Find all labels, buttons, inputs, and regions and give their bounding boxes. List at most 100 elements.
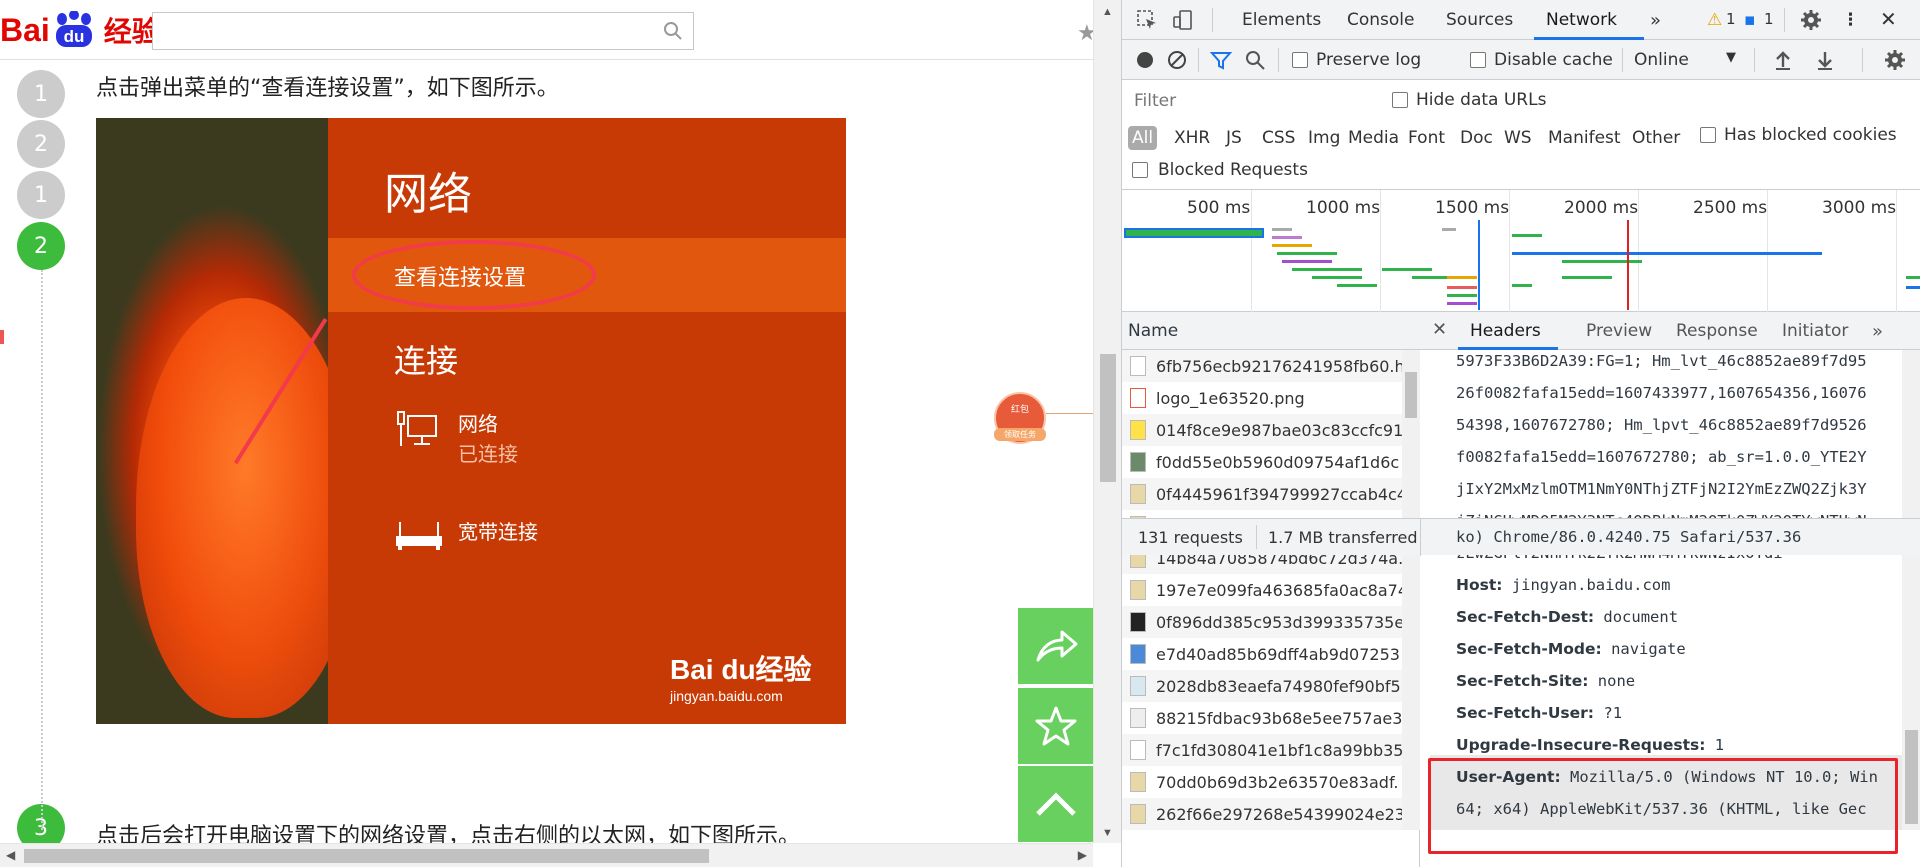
user-agent-annotation-box [1428,758,1898,854]
message-icon[interactable]: ▪ [1744,10,1756,30]
image-file-icon [1130,484,1146,504]
document-file-icon [1130,740,1146,760]
disable-cache-checkbox[interactable] [1470,52,1486,68]
filter-xhr[interactable]: XHR [1170,126,1214,150]
preserve-log-checkbox[interactable] [1292,52,1308,68]
name-column-header[interactable]: Name [1122,312,1420,350]
request-list-scrollbar[interactable] [1402,350,1420,830]
network-settings-gear-icon[interactable] [1884,49,1906,71]
filter-font[interactable]: Font [1404,126,1449,150]
request-row[interactable]: 262f66e297268e54399024e23 [1122,798,1402,830]
scrollbar-thumb[interactable] [1905,730,1918,824]
chevron-down-icon[interactable]: ▼ [1726,50,1736,65]
more-tabs-icon[interactable]: » [1650,10,1661,31]
vertical-scrollbar[interactable]: ▲ ▼ [1093,0,1121,843]
filter-input[interactable] [1130,86,1380,116]
request-row[interactable]: 014f8ce9e987bae03c83ccfc91 [1122,414,1402,446]
close-devtools-icon[interactable]: ✕ [1880,7,1897,31]
filter-doc[interactable]: Doc [1456,126,1497,150]
filter-all[interactable]: All [1128,126,1158,150]
message-count[interactable]: 1 [1764,10,1774,28]
network-overview-timeline[interactable]: 500 ms 1000 ms 1500 ms 2000 ms 2500 ms 3… [1122,190,1920,312]
inspect-element-icon[interactable] [1136,9,1158,31]
request-row[interactable]: 2028db83eaefa74980fef90bf5 [1122,670,1402,702]
separator [1256,525,1257,549]
timeline-bar [1562,276,1612,279]
tab-preview[interactable]: Preview [1586,321,1652,341]
request-row[interactable]: 6fb756ecb92176241958fb60.h [1122,350,1402,382]
scroll-down-icon[interactable]: ▼ [1102,827,1113,839]
warning-icon[interactable]: ⚠ [1707,10,1722,30]
bookmark-star-icon[interactable]: ★ [1077,20,1093,46]
red-packet-sub[interactable]: 领取任务 [994,428,1046,441]
baidu-jingyan-logo[interactable]: Bai du 经验 [0,8,160,52]
close-details-icon[interactable]: ✕ [1432,319,1447,340]
more-options-icon[interactable]: ⋮ [1842,10,1859,30]
scrollbar-thumb[interactable] [24,849,709,863]
hide-data-urls-label: Hide data URLs [1416,90,1547,110]
timeline-tick-label: 2000 ms [1564,198,1639,218]
request-row[interactable]: f0dd55e0b5960d09754af1d6c [1122,446,1402,478]
filter-icon[interactable] [1210,49,1232,71]
request-row[interactable]: 0f4445961f394799927ccab4c4 [1122,478,1402,510]
scrollbar-thumb[interactable] [1100,354,1116,482]
request-row[interactable]: e7d40ad85b69dff4ab9d07253 [1122,638,1402,670]
request-row[interactable]: f7c1fd308041e1bf1c8a99bb35 [1122,734,1402,766]
request-row[interactable]: 88215fdbac93b68e5ee757ae3 [1122,702,1402,734]
record-icon[interactable] [1134,49,1156,71]
tab-sources[interactable]: Sources [1446,10,1513,30]
request-row[interactable]: logo_1e63520.png [1122,382,1402,414]
request-row[interactable]: 70dd0b69d3b2e63570e83adf. [1122,766,1402,798]
back-to-top-button[interactable] [1018,766,1093,842]
image-file-icon [1130,708,1146,728]
filter-css[interactable]: CSS [1258,126,1299,150]
filter-manifest[interactable]: Manifest [1544,126,1625,150]
tab-response[interactable]: Response [1676,321,1758,341]
watermark-logo: Bai du经验 [670,654,812,685]
favorite-button[interactable] [1018,688,1093,764]
hide-data-urls-checkbox[interactable] [1392,92,1408,108]
tab-elements[interactable]: Elements [1242,10,1321,30]
separator [1754,48,1755,72]
cookie-value: 5973F33B6D2A39:FG=1; Hm_lvt_46c8852ae89f… [1456,352,1867,370]
timeline-bar [1337,284,1377,287]
clear-icon[interactable] [1166,49,1188,71]
horizontal-scrollbar[interactable]: ◀ ▶ [0,843,1093,867]
share-button[interactable] [1018,608,1093,684]
settings-gear-icon[interactable] [1800,9,1822,31]
scroll-right-icon[interactable]: ▶ [1078,848,1087,862]
scroll-up-icon[interactable]: ▲ [1102,6,1113,18]
step-badge: 2 [17,120,65,168]
headers-scrollbar[interactable] [1902,350,1920,830]
throttling-select[interactable]: Online [1634,50,1689,70]
warning-count[interactable]: 1 [1726,10,1736,28]
request-row[interactable]: 197e7e099fa463685fa0ac8a74 [1122,574,1402,606]
separator [1212,8,1213,32]
cookie-value: 54398,1607672780; Hm_lpvt_46c8852ae89f7d… [1456,416,1867,434]
import-har-icon[interactable] [1772,49,1794,71]
search-input[interactable] [152,12,694,50]
filter-img[interactable]: Img [1304,126,1344,150]
tab-initiator[interactable]: Initiator [1782,321,1848,341]
device-toolbar-icon[interactable] [1172,9,1194,31]
load-marker [1627,220,1629,310]
blocked-requests-checkbox[interactable] [1132,162,1148,178]
scrollbar-thumb[interactable] [1405,372,1417,418]
filter-media[interactable]: Media [1344,126,1403,150]
tab-network[interactable]: Network [1546,10,1617,30]
search-icon[interactable] [663,21,683,41]
filter-js[interactable]: JS [1222,126,1246,150]
has-blocked-cookies-checkbox[interactable] [1700,127,1716,143]
export-har-icon[interactable] [1814,49,1836,71]
filter-ws[interactable]: WS [1500,126,1536,150]
more-tabs-icon[interactable]: » [1872,321,1883,342]
tab-headers[interactable]: Headers [1470,321,1541,341]
request-row[interactable]: 0f896dd385c953d399335735e [1122,606,1402,638]
scroll-left-icon[interactable]: ◀ [6,848,15,862]
search-icon[interactable] [1244,49,1266,71]
image-file-icon [1130,676,1146,696]
timeline-bar [1512,284,1532,287]
tab-console[interactable]: Console [1347,10,1415,30]
filter-other[interactable]: Other [1628,126,1684,150]
step-screenshot[interactable]: 网络 查看连接设置 连接 网络 已连接 宽带连接 Bai du经验 jingya… [96,118,846,724]
